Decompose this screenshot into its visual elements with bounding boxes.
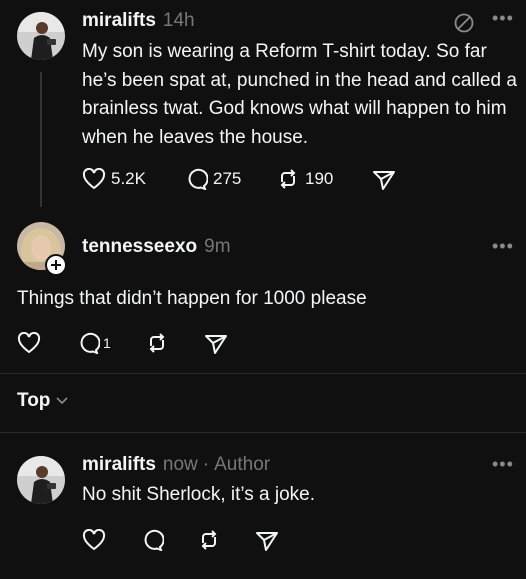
- reply-time: 9m: [204, 236, 231, 257]
- comment-icon: [76, 332, 100, 354]
- meta-separator: ·: [202, 454, 210, 475]
- repost-button[interactable]: [197, 529, 221, 551]
- repost-icon: [145, 332, 169, 354]
- reply-button[interactable]: 275: [184, 168, 241, 190]
- repost-button[interactable]: 190: [276, 168, 333, 190]
- reply-text: Things that didn’t happen for 1000 pleas…: [17, 288, 367, 309]
- reply-username[interactable]: tennesseexo: [82, 236, 197, 258]
- thread-line: [40, 72, 42, 207]
- author-reply-header: miralifts now · Author: [82, 454, 270, 476]
- reply-count: 1: [103, 335, 111, 351]
- like-count: 5.2K: [111, 169, 146, 188]
- sort-label: Top: [17, 390, 51, 411]
- post-text: My son is wearing a Reform T-shirt today…: [82, 41, 517, 148]
- like-button[interactable]: [17, 332, 41, 354]
- more-options-icon[interactable]: •••: [492, 454, 514, 475]
- send-icon: [372, 169, 396, 191]
- repost-count: 190: [305, 169, 334, 188]
- chevron-down-icon: [56, 392, 68, 410]
- author-reply-time: now: [162, 454, 198, 475]
- reply-header: tennesseexo 9m: [82, 236, 231, 258]
- author-label: Author: [214, 454, 271, 475]
- repost-button[interactable]: [145, 332, 169, 354]
- more-options-icon[interactable]: •••: [492, 8, 514, 29]
- send-icon: [204, 333, 228, 355]
- divider: [0, 373, 526, 374]
- reply-button[interactable]: [140, 529, 164, 551]
- hidden-icon[interactable]: [453, 12, 475, 39]
- comment-icon: [184, 168, 208, 190]
- avatar[interactable]: [17, 12, 65, 60]
- like-button[interactable]: 5.2K: [82, 168, 146, 190]
- post-header: miralifts 14h: [82, 10, 195, 32]
- like-button[interactable]: [82, 529, 106, 551]
- post-username[interactable]: miralifts: [82, 10, 156, 32]
- post-time: 14h: [162, 10, 195, 31]
- follow-plus-icon[interactable]: [45, 254, 67, 276]
- reply-count: 275: [213, 169, 242, 188]
- avatar[interactable]: [17, 456, 65, 504]
- more-options-icon[interactable]: •••: [492, 236, 514, 257]
- heart-icon: [82, 168, 106, 190]
- sort-dropdown[interactable]: Top: [17, 390, 68, 412]
- author-reply-text: No shit Sherlock, it’s a joke.: [82, 484, 316, 505]
- repost-icon: [197, 529, 221, 551]
- divider: [0, 432, 526, 433]
- send-icon: [255, 530, 279, 552]
- repost-icon: [276, 168, 300, 190]
- reply-button[interactable]: 1: [76, 332, 111, 354]
- heart-icon: [82, 529, 106, 551]
- share-button[interactable]: [204, 333, 228, 355]
- share-button[interactable]: [255, 530, 279, 552]
- comment-icon: [140, 529, 164, 551]
- heart-icon: [17, 332, 41, 354]
- share-button[interactable]: [372, 169, 396, 191]
- author-reply-username[interactable]: miralifts: [82, 454, 156, 476]
